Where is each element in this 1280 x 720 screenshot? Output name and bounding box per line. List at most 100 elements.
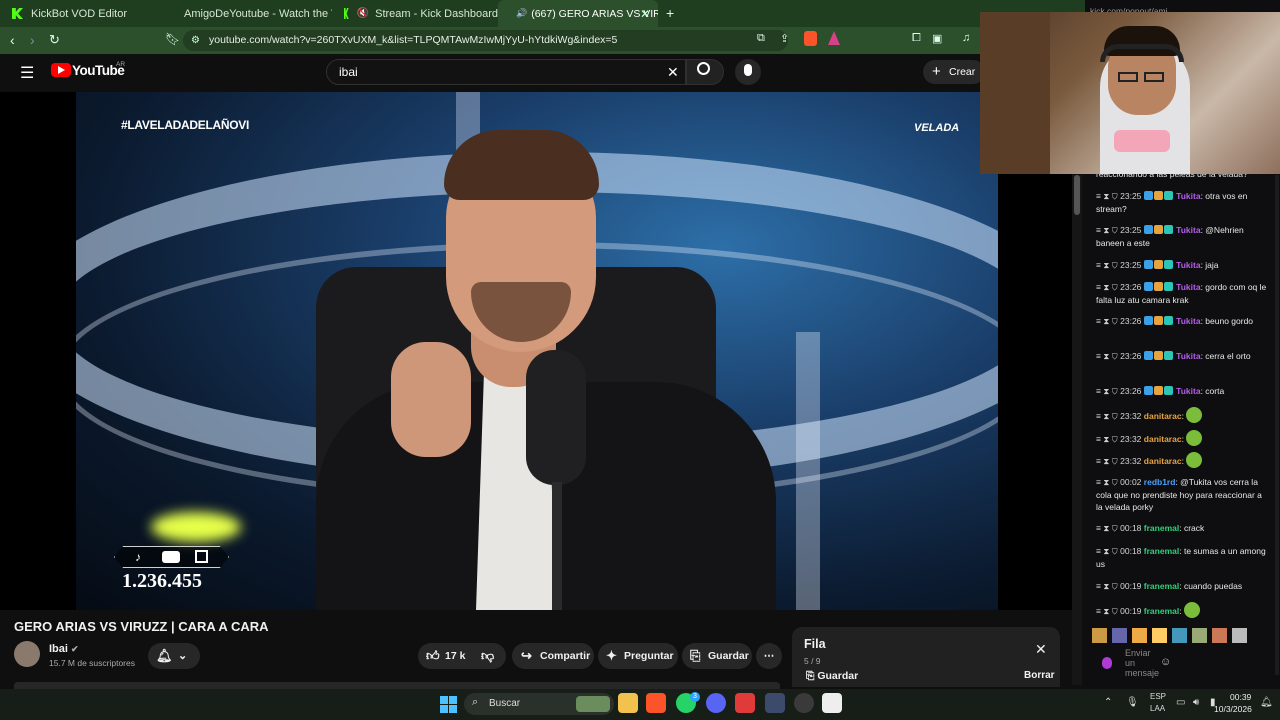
mod-tools-icon[interactable]: ≡ ⧗ ⛉: [1096, 581, 1120, 591]
mod-tools-icon[interactable]: ≡ ⧗ ⛉: [1096, 351, 1120, 361]
close-playlist-icon[interactable]: ✕: [1035, 641, 1047, 658]
microphone-icon[interactable]: [1102, 657, 1112, 669]
chat-username[interactable]: franemal: [1144, 546, 1179, 556]
brave-rewards-icon[interactable]: [828, 31, 840, 45]
create-button[interactable]: + Crear: [923, 60, 985, 84]
tab-youtube-active[interactable]: 🔊 (667) GERO ARIAS VS VIRUZZ ✕: [498, 0, 658, 27]
mod-tools-icon[interactable]: ≡ ⧗ ⛉: [1096, 411, 1120, 421]
back-icon[interactable]: ‹: [10, 32, 15, 48]
tab-kick-dashboard[interactable]: 🔇 Stream - Kick Dashboard: [334, 0, 498, 27]
language-indicator[interactable]: ESP: [1150, 692, 1166, 701]
tray-mic-icon[interactable]: 🎙︎: [1126, 697, 1139, 708]
mod-tools-icon[interactable]: ≡ ⧗ ⛉: [1096, 316, 1120, 326]
volume-icon[interactable]: 🔊︎: [1193, 697, 1199, 708]
sidebar-toggle-icon[interactable]: ▣: [932, 32, 942, 45]
chat-scrollbar[interactable]: [1275, 175, 1279, 675]
tray-chevron-icon[interactable]: ⌃: [1104, 697, 1112, 708]
app-icon[interactable]: [765, 693, 785, 713]
forward-icon[interactable]: ›: [30, 32, 35, 48]
description-box[interactable]: [14, 682, 780, 689]
mod-tools-icon[interactable]: ≡ ⧗ ⛉: [1096, 260, 1120, 270]
start-button[interactable]: [440, 696, 457, 713]
chat-username[interactable]: franemal: [1144, 523, 1179, 533]
mod-tools-icon[interactable]: ≡ ⧗ ⛉: [1096, 546, 1120, 556]
chat-username[interactable]: danitarac: [1144, 456, 1182, 466]
mod-tools-icon[interactable]: ≡ ⧗ ⛉: [1096, 191, 1120, 201]
emote-icon[interactable]: [1092, 628, 1107, 643]
close-tab-icon[interactable]: ✕: [640, 7, 650, 21]
file-explorer-icon[interactable]: [618, 693, 638, 713]
chat-username[interactable]: danitarac: [1144, 411, 1182, 421]
notifications-button[interactable]: 🔔︎ ⌄: [148, 643, 200, 669]
capcut-icon[interactable]: [822, 693, 842, 713]
clock-time[interactable]: 00:39: [1230, 692, 1251, 702]
chat-username[interactable]: danitarac: [1144, 434, 1182, 444]
mod-tools-icon[interactable]: ≡ ⧗ ⛉: [1096, 523, 1120, 533]
mod-tools-icon[interactable]: ≡ ⧗ ⛉: [1096, 477, 1120, 487]
chat-username[interactable]: Tukita: [1176, 225, 1200, 235]
tab-amigodeyoutube[interactable]: AmigoDeYoutube - Watch the VOD ...: [166, 0, 332, 27]
mod-tools-icon[interactable]: ≡ ⧗ ⛉: [1096, 456, 1120, 466]
keyboard-layout[interactable]: LAA: [1150, 704, 1165, 713]
tab-kickbot[interactable]: KickBot VOD Editor: [2, 0, 164, 27]
avatar[interactable]: [14, 641, 40, 667]
chat-username[interactable]: Tukita: [1176, 386, 1200, 396]
emote-icon[interactable]: [1172, 628, 1187, 643]
playlist-save-button[interactable]: ⎘ Guardar: [806, 670, 858, 683]
chat-username[interactable]: Tukita: [1176, 260, 1200, 270]
reload-icon[interactable]: ↻: [49, 32, 60, 48]
chat-username[interactable]: franemal: [1144, 606, 1179, 616]
chat-username[interactable]: Tukita: [1176, 351, 1200, 361]
chat-username[interactable]: Tukita: [1176, 282, 1200, 292]
new-tab-button[interactable]: +: [666, 5, 674, 21]
vmix-icon[interactable]: [735, 693, 755, 713]
chat-username[interactable]: redb1rd: [1144, 477, 1176, 487]
open-external-icon[interactable]: ⧉: [757, 32, 765, 45]
clear-search-icon[interactable]: ✕: [667, 60, 679, 84]
mod-tools-icon[interactable]: ≡ ⧗ ⛉: [1096, 225, 1120, 235]
emote-icon[interactable]: [1152, 628, 1167, 643]
search-button[interactable]: [686, 59, 724, 85]
obs-icon[interactable]: [794, 693, 814, 713]
bookmark-icon[interactable]: 🔖︎: [165, 32, 180, 46]
mod-tools-icon[interactable]: ≡ ⧗ ⛉: [1096, 386, 1120, 396]
taskbar-search[interactable]: ⌕ Buscar: [464, 693, 614, 715]
network-icon[interactable]: ▭: [1176, 697, 1185, 708]
chat-username[interactable]: Tukita: [1176, 316, 1200, 326]
mod-tools-icon[interactable]: ≡ ⧗ ⛉: [1096, 434, 1120, 444]
scrollbar-thumb[interactable]: [1074, 175, 1080, 215]
share-icon[interactable]: ⇪: [780, 32, 789, 45]
brave-browser-icon[interactable]: [646, 693, 666, 713]
discord-icon[interactable]: [706, 693, 726, 713]
emote-icon[interactable]: [1192, 628, 1207, 643]
like-button[interactable]: 👍︎: [426, 643, 440, 669]
extensions-icon[interactable]: ⧠: [912, 32, 921, 45]
brave-shield-icon[interactable]: [804, 31, 817, 46]
emote-icon[interactable]: [1212, 628, 1227, 643]
notification-bell-icon[interactable]: 🔔︎: [1260, 697, 1273, 708]
chat-input[interactable]: Enviar un mensaje ☺: [1092, 648, 1174, 680]
video-player[interactable]: #LAVELADADELAÑOVI VELADA ♪ 1.236.455: [0, 92, 1072, 610]
emote-icon[interactable]: [1232, 628, 1247, 643]
channel-name[interactable]: Ibai ✔: [49, 643, 79, 655]
clock-date[interactable]: 10/3/2026: [1214, 704, 1252, 714]
url-field[interactable]: ⚙ youtube.com/watch?v=260TXvUXM_k&list=T…: [183, 30, 788, 51]
search-input[interactable]: ibai ✕: [326, 59, 686, 85]
share-button[interactable]: ↪ Compartir: [512, 643, 594, 669]
playlist-clear-button[interactable]: Borrar: [1024, 670, 1055, 681]
more-actions-button[interactable]: ⋯: [756, 643, 782, 669]
save-button[interactable]: ⎘ Guardar: [682, 643, 752, 669]
emote-icon[interactable]: [1132, 628, 1147, 643]
site-info-icon[interactable]: ⚙: [191, 30, 200, 51]
emote-icon[interactable]: [1112, 628, 1127, 643]
media-icon[interactable]: ♫: [962, 32, 970, 44]
dislike-button[interactable]: 👎︎: [481, 643, 494, 669]
menu-icon[interactable]: ☰: [20, 63, 34, 83]
emoji-icon[interactable]: ☺: [1160, 656, 1171, 668]
chat-username[interactable]: Tukita: [1176, 191, 1200, 201]
chat-username[interactable]: franemal: [1144, 581, 1179, 591]
mod-tools-icon[interactable]: ≡ ⧗ ⛉: [1096, 282, 1120, 292]
youtube-logo-icon[interactable]: [51, 63, 71, 77]
ask-button[interactable]: ✦ Preguntar: [598, 643, 678, 669]
voice-search-button[interactable]: [735, 59, 761, 85]
